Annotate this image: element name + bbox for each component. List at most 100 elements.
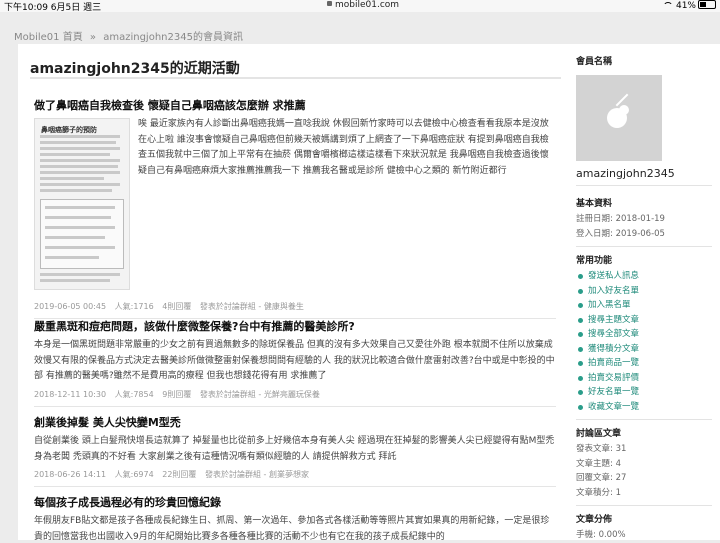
thumbnail-line [45, 246, 115, 249]
post-title[interactable]: 嚴重黑斑和痘疤問題，該做什麼微整保養?台中有推薦的醫美診所? [34, 320, 556, 334]
thumbnail-line [40, 153, 110, 156]
thumbnail-line [45, 226, 115, 229]
thumbnail-line [45, 256, 99, 259]
post-replies: 9則回覆 [162, 389, 192, 399]
post-title[interactable]: 每個孩子成長過程必有的珍貴回憶紀錄 [34, 496, 556, 510]
post-divider [34, 318, 556, 319]
search-topics-link[interactable]: 搜尋主題文章 [576, 313, 712, 328]
distribution-section: 文章分佈 手機: 0.00% [576, 512, 712, 543]
post-date: 2018-12-11 10:30 [34, 389, 107, 399]
post-divider [34, 405, 556, 407]
thumbnail-line [40, 177, 104, 180]
post-replies: 4則回覆 [162, 302, 192, 311]
thumbnail-line [40, 135, 120, 138]
member-sidebar: 會員名稱 amazingjohn2345 基本資料 註冊日期: 2018-01-… [566, 44, 720, 540]
post-excerpt: 自從創業後 頭上白髮飛快增長這就算了 掉髮量也比從前多上好幾倍本身有美人尖 經過… [34, 436, 555, 462]
post-meta: 2018-06-26 14:11 人氣:6974 22則回覆 發表於討論群組 -… [34, 469, 556, 480]
add-blacklist-link[interactable]: 加入黑名單 [576, 298, 712, 313]
status-time: 下午10:09 6月5日 週三 [4, 3, 102, 13]
auction-items-link[interactable]: 拍賣商品一覽 [576, 356, 712, 371]
post-item: 每個孩子成長過程必有的珍貴回憶紀錄 年假朋友FB貼文都是孩子各種成長紀錄生日、抓… [34, 496, 556, 540]
post-meta: 2018-12-11 10:30 人氣:7854 9則回覆 發表於討論群組 - … [34, 389, 556, 400]
add-friend-link[interactable]: 加入好友名單 [576, 284, 712, 299]
post-views: 人氣:1716 [114, 302, 154, 311]
functions-section: 常用功能 發送私人訊息 加入好友名單 加入黑名單 搜尋主題文章 搜尋全部文章 獲… [576, 253, 712, 420]
thumbnail-line [40, 183, 120, 186]
thumbnail-line [40, 141, 116, 144]
send-message-link[interactable]: 發送私人訊息 [576, 269, 712, 284]
thumbnail-line [40, 159, 120, 162]
lock-icon [327, 1, 332, 6]
post-thumbnail[interactable]: 鼻咽癌篩子的預防 [34, 118, 130, 290]
post-title[interactable]: 創業後掉髮 美人尖快變M型禿 [34, 416, 556, 430]
distribution-values: 手機: 0.00% [576, 528, 712, 543]
basic-info-section: 基本資料 註冊日期: 2018-01-19 登入日期: 2019-06-05 [576, 196, 712, 247]
thumbnail-line [40, 279, 110, 282]
post-item: 創業後掉髮 美人尖快變M型禿 自從創業後 頭上白髮飛快增長這就算了 掉髮量也比從… [34, 416, 556, 487]
stat-posts: 發表文章: 31 [576, 444, 627, 454]
avatar [576, 75, 662, 161]
login-date: 登入日期: 2019-06-05 [576, 228, 665, 239]
username: amazingjohn2345 [576, 167, 675, 180]
distribution-heading: 文章分佈 [576, 515, 613, 525]
post-meta: 2019-06-05 00:45 人氣:1716 4則回覆 發表於討論群組 - … [34, 301, 556, 312]
post-forum[interactable]: 發表於討論群組 - 創業夢想家 [205, 470, 309, 479]
post-item: 嚴重黑斑和痘疤問題，該做什麼微整保養?台中有推薦的醫美診所? 本身是一個黑斑問題… [34, 320, 556, 407]
battery-icon [698, 0, 716, 9]
post-excerpt: 鼻咽癌篩子的預防 唉 最近家族內有人診斷出鼻咽癌我媽一直唸我說 休假回新竹家時可… [34, 117, 556, 297]
search-all-posts-link[interactable]: 搜尋全部文章 [576, 327, 712, 342]
thumbnail-line [40, 189, 112, 192]
basic-info-values: 註冊日期: 2018-01-19 登入日期: 2019-06-05 [576, 212, 712, 241]
breadcrumb-home[interactable]: Mobile01 首頁 [14, 32, 83, 43]
wifi-icon [662, 2, 673, 9]
breadcrumb: Mobile01 首頁 » amazingjohn2345的會員資訊 [14, 28, 247, 43]
page-title: amazingjohn2345的近期活動 [30, 61, 240, 77]
post-excerpt-text: 唉 最近家族內有人診斷出鼻咽癌我媽一直唸我說 休假回新竹家時可以去健檢中心檢查看… [138, 119, 549, 176]
thumbnail-line [40, 171, 120, 174]
forum-stats-heading: 討論區文章 [576, 429, 622, 439]
stat-replies: 回覆文章: 27 [576, 473, 627, 483]
address-bar[interactable]: mobile01.com [327, 0, 399, 10]
post-forum[interactable]: 發表於討論群組 - 健康與養生 [200, 302, 304, 311]
post-views: 人氣:7854 [114, 389, 154, 399]
forum-stats-values: 發表文章: 31 文章主題: 4 回覆文章: 27 文章積分: 1 [576, 442, 712, 500]
auction-ratings-link[interactable]: 拍賣交易評價 [576, 371, 712, 386]
battery-level: 41% [675, 1, 696, 11]
section-divider [576, 185, 712, 186]
breadcrumb-separator: » [89, 32, 97, 43]
section-divider [576, 505, 712, 506]
post-replies: 22則回覆 [162, 470, 197, 479]
title-divider [30, 77, 561, 79]
section-divider [576, 246, 712, 247]
friend-list-link[interactable]: 好友名單一覽 [576, 385, 712, 400]
thumbnail-box [40, 199, 124, 269]
bookmarks-link[interactable]: 收藏文章一覽 [576, 400, 712, 415]
post-divider [34, 486, 556, 487]
thumbnail-line [40, 165, 118, 168]
post-views: 人氣:6974 [114, 470, 154, 479]
post-date: 2018-06-26 14:11 [34, 470, 107, 479]
stat-score: 文章積分: 1 [576, 487, 621, 498]
basic-info-heading: 基本資料 [576, 199, 613, 209]
avatar-circle-small [619, 105, 629, 115]
post-title[interactable]: 做了鼻咽癌自我檢查後 懷疑自己鼻咽癌該怎麼辦 求推薦 [34, 99, 556, 113]
status-bar: 下午10:09 6月5日 週三 mobile01.com 41% [0, 0, 720, 13]
scored-posts-link[interactable]: 獲得積分文章 [576, 342, 712, 357]
thumbnail-line [40, 147, 120, 150]
thumbnail-line [45, 236, 105, 239]
post-forum[interactable]: 發表於討論群組 - 光鮮亮麗玩保養 [200, 390, 320, 399]
member-name-heading: 會員名稱 [576, 57, 613, 67]
stat-topics: 文章主題: 4 [576, 458, 621, 469]
thumbnail-line [45, 206, 115, 209]
activity-panel: amazingjohn2345的近期活動 做了鼻咽癌自我檢查後 懷疑自己鼻咽癌該… [18, 44, 568, 540]
register-date: 註冊日期: 2018-01-19 [576, 214, 665, 224]
forum-stats-section: 討論區文章 發表文章: 31 文章主題: 4 回覆文章: 27 文章積分: 1 [576, 426, 712, 506]
section-divider [576, 419, 712, 420]
thumbnail-line [40, 273, 120, 276]
address-url: mobile01.com [335, 0, 400, 10]
breadcrumb-current[interactable]: amazingjohn2345的會員資訊 [103, 32, 243, 43]
post-date: 2019-06-05 00:45 [34, 302, 107, 311]
post-item: 做了鼻咽癌自我檢查後 懷疑自己鼻咽癌該怎麼辦 求推薦 鼻咽癌篩子的預防 唉 最近… [34, 99, 556, 319]
thumbnail-line [45, 216, 111, 219]
member-name-section: 會員名稱 amazingjohn2345 [576, 54, 712, 186]
